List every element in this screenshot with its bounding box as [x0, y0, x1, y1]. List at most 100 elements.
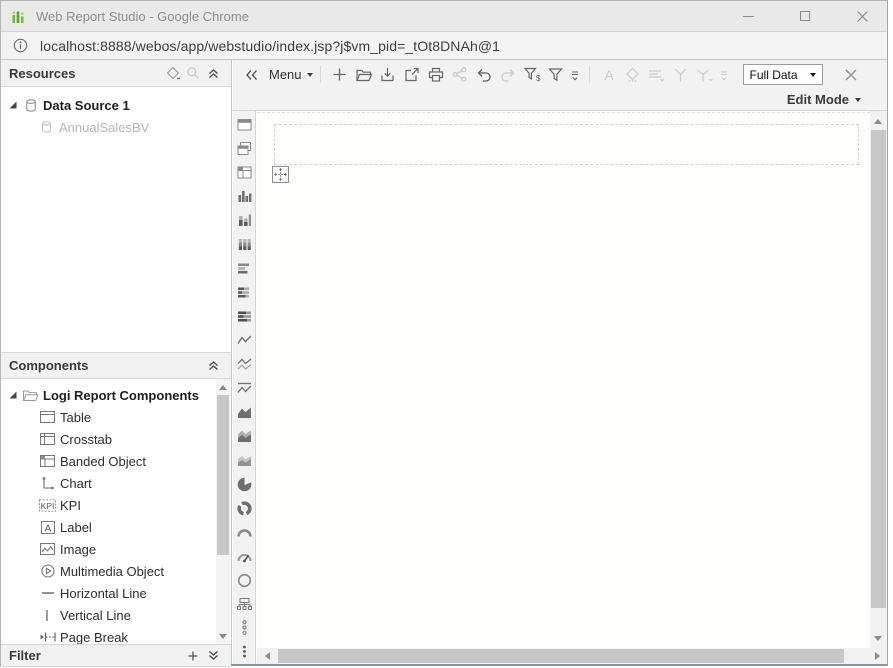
component-item-vertical-line[interactable]: Vertical Line — [1, 604, 231, 626]
multimedia-play-icon — [39, 564, 56, 579]
more-commands-button[interactable] — [568, 64, 582, 86]
component-move-handle[interactable] — [272, 166, 289, 183]
tree-item-data-source[interactable]: Data Source 1 — [1, 94, 231, 116]
scroll-down-icon[interactable] — [215, 628, 231, 644]
component-label: Vertical Line — [60, 608, 131, 623]
filter-button[interactable] — [544, 64, 568, 86]
component-item-page-break[interactable]: Page Break — [1, 626, 231, 644]
svg-text:A: A — [44, 523, 51, 534]
scroll-right-icon[interactable] — [869, 648, 885, 664]
insert-window-icon[interactable] — [234, 137, 255, 161]
component-item-horizontal-line[interactable]: Horizontal Line — [1, 582, 231, 604]
light-area-chart-icon[interactable] — [234, 448, 255, 472]
stacked-area-chart-icon[interactable] — [234, 424, 255, 448]
expand-panel-icon[interactable] — [203, 647, 223, 665]
collapse-panel-icon[interactable] — [203, 357, 223, 375]
address-bar[interactable]: localhost:8888/webos/app/webstudio/index… — [1, 32, 887, 60]
component-item-image[interactable]: Image — [1, 538, 231, 560]
component-item-banded-object[interactable]: Banded Object — [1, 450, 231, 472]
component-item-label[interactable]: A Label — [1, 516, 231, 538]
search-icon[interactable] — [183, 64, 203, 82]
hstacked-full-chart-icon[interactable] — [234, 305, 255, 329]
stacked-bar-chart-icon[interactable] — [234, 233, 255, 257]
area-chart-icon[interactable] — [234, 400, 255, 424]
scroll-left-icon[interactable] — [259, 648, 275, 664]
hstacked-chart-icon[interactable] — [234, 281, 255, 305]
component-label: Banded Object — [60, 454, 146, 469]
bar-chart-icon[interactable] — [234, 185, 255, 209]
svg-text:KPI: KPI — [41, 500, 55, 510]
scroll-up-icon[interactable] — [870, 113, 886, 129]
collapse-panel-icon[interactable] — [203, 64, 223, 82]
gradient-bar-chart-icon[interactable] — [234, 209, 255, 233]
add-filter-icon[interactable] — [183, 647, 203, 665]
data-source-label: Data Source 1 — [43, 98, 130, 113]
multi-line-chart-icon[interactable] — [234, 353, 255, 377]
expanded-node-icon[interactable] — [8, 100, 18, 110]
collapse-sidebar-button[interactable] — [239, 64, 263, 86]
page-break-icon — [39, 630, 56, 645]
gauge-chart-icon[interactable] — [234, 544, 255, 568]
export-button[interactable] — [400, 64, 424, 86]
menu-button[interactable]: Menu — [263, 64, 313, 86]
format-painter-button[interactable] — [621, 64, 645, 86]
font-button[interactable]: A — [597, 64, 621, 86]
align-button[interactable] — [645, 64, 669, 86]
open-button[interactable] — [352, 64, 376, 86]
view-mode-select[interactable]: Full Data — [743, 64, 823, 85]
scroll-up-icon[interactable] — [215, 379, 231, 395]
scrollbar-thumb[interactable] — [217, 395, 229, 555]
share-button[interactable] — [448, 64, 472, 86]
maximize-button[interactable] — [790, 5, 820, 27]
component-label: Table — [60, 410, 91, 425]
new-report-button[interactable] — [328, 64, 352, 86]
pie-chart-icon[interactable] — [234, 472, 255, 496]
component-item-table[interactable]: Table — [1, 406, 231, 428]
merge-button[interactable] — [669, 64, 693, 86]
more-dots-icon[interactable] — [234, 616, 255, 640]
component-item-kpi[interactable]: KPI KPI — [1, 494, 231, 516]
info-icon[interactable] — [13, 38, 28, 53]
org-chart-icon[interactable] — [234, 592, 255, 616]
components-panel-header: Components — [1, 352, 231, 379]
redo-button[interactable] — [496, 64, 520, 86]
scrollbar-thumb[interactable] — [278, 649, 844, 663]
component-item-chart[interactable]: Chart — [1, 472, 231, 494]
undo-button[interactable] — [472, 64, 496, 86]
filter-panel-header: Filter — [1, 644, 231, 667]
chevron-down-icon — [810, 73, 816, 77]
url-text[interactable]: localhost:8888/webos/app/webstudio/index… — [40, 38, 500, 54]
tree-item-logi-components[interactable]: Logi Report Components — [1, 384, 231, 406]
expanded-node-icon[interactable] — [8, 390, 18, 400]
components-scrollbar[interactable] — [216, 379, 230, 644]
minimize-button[interactable] — [733, 5, 763, 27]
split-button[interactable] — [693, 64, 717, 86]
canvas-horizontal-scrollbar[interactable] — [257, 648, 887, 664]
resource-view-icon[interactable] — [163, 64, 183, 82]
hbar-chart-icon[interactable] — [234, 257, 255, 281]
edit-mode-button[interactable]: Edit Mode — [787, 92, 849, 107]
component-item-multimedia[interactable]: Multimedia Object — [1, 560, 231, 582]
filter-options-button[interactable]: $ — [520, 64, 544, 86]
ring-chart-icon[interactable] — [234, 568, 255, 592]
report-canvas[interactable] — [257, 111, 887, 664]
tree-item-annualsalesbv[interactable]: AnnualSalesBV — [1, 116, 231, 138]
insert-banded-icon[interactable] — [234, 161, 255, 185]
scroll-down-icon[interactable] — [870, 630, 886, 646]
more-menu-icon[interactable] — [234, 640, 255, 664]
database-icon — [22, 98, 39, 113]
save-button[interactable] — [376, 64, 400, 86]
arc-chart-icon[interactable] — [234, 520, 255, 544]
close-report-button[interactable] — [839, 64, 863, 86]
close-window-button[interactable] — [847, 5, 877, 27]
components-root-label: Logi Report Components — [43, 388, 199, 403]
more-format-button[interactable] — [717, 64, 731, 86]
capped-line-chart-icon[interactable] — [234, 376, 255, 400]
component-item-crosstab[interactable]: Crosstab — [1, 428, 231, 450]
scrollbar-thumb[interactable] — [871, 130, 886, 608]
canvas-vertical-scrollbar[interactable] — [870, 111, 887, 648]
donut-chart-icon[interactable] — [234, 496, 255, 520]
print-button[interactable] — [424, 64, 448, 86]
line-chart-icon[interactable] — [234, 329, 255, 353]
insert-table-icon[interactable] — [234, 113, 255, 137]
